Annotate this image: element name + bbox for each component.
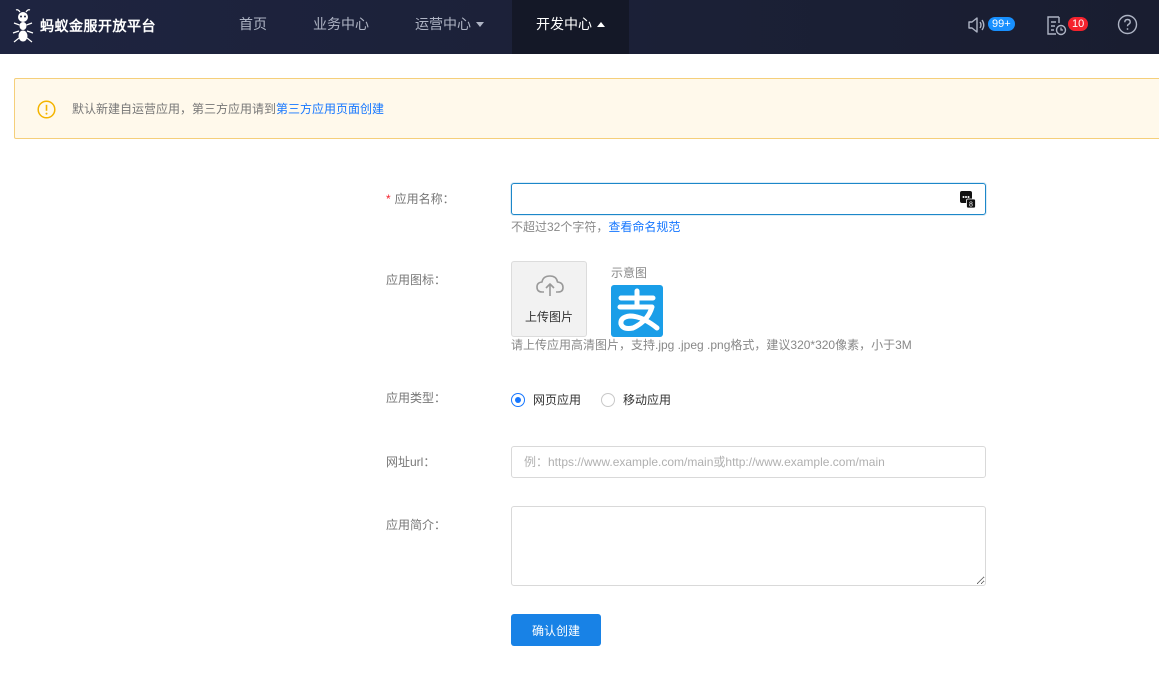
radio-web-app[interactable]: 网页应用	[511, 391, 581, 408]
intro-textarea[interactable]	[511, 506, 986, 586]
app-name-input[interactable]	[511, 183, 986, 215]
app-icon-help: 请上传应用高清图片，支持.jpg .jpeg .png格式，建议320*320像…	[511, 338, 912, 352]
info-alert: 默认新建自运营应用，第三方应用请到第三方应用页面创建	[14, 78, 1159, 139]
top-navbar: 蚂蚁金服开放平台 首页 业务中心 运营中心 开发中心 99+ 10	[0, 0, 1159, 54]
radio-label: 网页应用	[533, 393, 582, 407]
radio-mobile-app[interactable]: 移动应用	[601, 391, 671, 408]
naming-rules-link[interactable]: 查看命名规范	[608, 220, 680, 234]
sample-title: 示意图	[611, 266, 648, 280]
radio-checked-icon	[511, 392, 525, 407]
app-name-help-text: 不超过32个字符，	[511, 220, 609, 234]
notification-badge: 99+	[988, 17, 1015, 31]
cloud-upload-icon	[536, 275, 564, 296]
app-icon-label: 应用图标：	[386, 273, 447, 287]
brand[interactable]: 蚂蚁金服开放平台	[12, 8, 156, 44]
app-name-help: 不超过32个字符，查看命名规范	[511, 220, 680, 234]
radio-label: 移动应用	[623, 393, 672, 407]
nav-item-developer-center[interactable]: 开发中心	[512, 0, 629, 54]
svg-text:8: 8	[969, 201, 973, 208]
upload-image-button[interactable]: 上传图片	[511, 261, 587, 337]
nav-item-home[interactable]: 首页	[239, 0, 267, 54]
intro-label: 应用简介：	[386, 518, 447, 532]
url-input[interactable]	[511, 446, 986, 478]
nav-item-operations-center[interactable]: 运营中心	[415, 0, 484, 54]
notification-button[interactable]: 99+	[966, 12, 1018, 38]
app-name-label: * 应用名称：	[386, 192, 455, 206]
alert-message: 默认新建自运营应用，第三方应用请到第三方应用页面创建	[72, 102, 384, 116]
radio-unchecked-icon	[601, 392, 615, 407]
required-mark: *	[386, 192, 391, 206]
nav-item-label: 首页	[239, 16, 267, 32]
brand-name: 蚂蚁金服开放平台	[40, 18, 156, 34]
alipay-sample-icon	[611, 285, 663, 337]
tasks-button[interactable]: 10	[1045, 12, 1090, 38]
nav-item-label: 业务中心	[313, 16, 369, 32]
input-assist-icon[interactable]: 8	[959, 190, 976, 208]
warning-icon	[37, 100, 56, 119]
nav-item-label: 开发中心	[536, 16, 592, 32]
confirm-create-button[interactable]: 确认创建	[511, 614, 601, 646]
tasks-badge: 10	[1068, 17, 1089, 31]
app-name-label-text: 应用名称：	[394, 192, 455, 206]
alert-text: 默认新建自运营应用，第三方应用请到	[72, 102, 277, 116]
help-icon	[1117, 14, 1138, 35]
nav-item-label: 运营中心	[415, 16, 471, 32]
third-party-app-link[interactable]: 第三方应用页面创建	[276, 102, 384, 116]
ant-logo-icon	[12, 9, 34, 43]
caret-up-icon	[597, 22, 605, 27]
upload-label: 上传图片	[524, 310, 573, 324]
help-button[interactable]	[1117, 12, 1139, 38]
nav-item-business-center[interactable]: 业务中心	[313, 0, 369, 54]
url-label: 网址url：	[386, 455, 436, 469]
app-type-label: 应用类型：	[386, 391, 447, 405]
speaker-icon	[968, 17, 985, 33]
caret-down-icon	[476, 22, 484, 27]
task-list-icon	[1047, 16, 1067, 36]
